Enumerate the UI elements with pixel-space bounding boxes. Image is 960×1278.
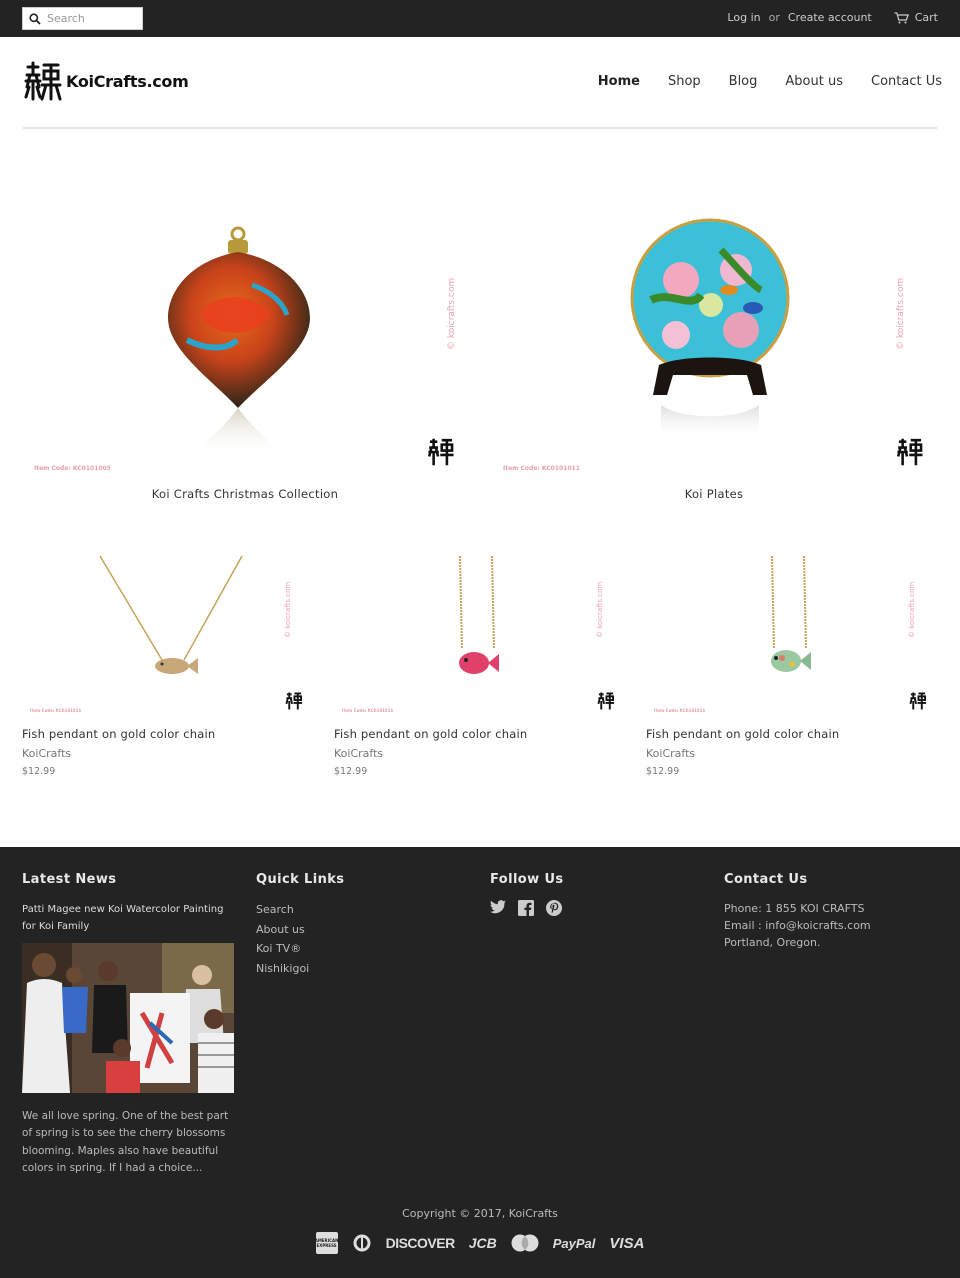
watermark-text: © koicrafts.com — [896, 277, 906, 350]
multicolor-fish-pendant-image — [771, 555, 811, 672]
watermark-text: © koicrafts.com — [447, 277, 457, 350]
product-vendor: KoiCrafts — [334, 747, 384, 760]
contact-address: Portland, Oregon. — [724, 936, 821, 950]
watermark-text: © koicrafts.com — [284, 581, 292, 638]
copyright-text: Copyright © 2017, KoiCrafts — [402, 1207, 558, 1220]
quick-link-koi-tv[interactable]: Koi TV® — [256, 942, 301, 955]
quick-link-search[interactable]: Search — [256, 903, 294, 916]
watermark-text: © koicrafts.com — [596, 581, 604, 638]
main-nav: Home Shop Blog About us Contact Us — [570, 74, 942, 89]
product-image: © koicrafts.com Item Code: KC0101011 — [334, 548, 626, 718]
nav-blog[interactable]: Blog — [729, 74, 758, 89]
latest-news-section: Latest News Patti Magee new Koi Watercol… — [22, 872, 234, 1177]
news-article-link[interactable]: Patti Magee new Koi Watercolor Painting … — [22, 901, 234, 935]
paypal-icon: PayPal — [552, 1235, 596, 1251]
collection-title: Koi Plates — [684, 487, 744, 501]
product-vendor: KoiCrafts — [22, 747, 72, 760]
product-price: $12.99 — [334, 766, 368, 777]
amex-icon: AMERICAN EXPRESS — [315, 1232, 338, 1254]
watermark-text: © koicrafts.com — [908, 581, 916, 638]
site-logo[interactable]: KoiCrafts.com — [24, 61, 189, 101]
nav-home[interactable]: Home — [598, 74, 640, 89]
family-photo-image — [22, 943, 234, 1093]
cart-icon — [894, 11, 909, 23]
facebook-icon[interactable] — [518, 900, 534, 916]
pinterest-icon[interactable] — [546, 900, 562, 916]
latest-news-heading: Latest News — [22, 872, 117, 887]
koi-mark-icon — [896, 438, 923, 466]
news-excerpt: We all love spring. One of the best part… — [22, 1110, 229, 1174]
product-title: Fish pendant on gold color chain — [646, 727, 840, 741]
search-box[interactable] — [22, 7, 143, 30]
collection-card-koi-plates[interactable]: © koicrafts.com Item Code: KC0101011 Koi… — [491, 190, 937, 501]
collection-card-christmas[interactable]: © koicrafts.com Item Code: KC0101005 Koi… — [22, 190, 468, 501]
payment-icons: AMERICAN EXPRESS DISCOVER JCB PayPal VIS… — [0, 1232, 960, 1254]
diners-icon — [352, 1234, 372, 1252]
gold-fish-pendant-image — [99, 555, 243, 674]
follow-us-heading: Follow Us — [490, 872, 564, 887]
item-code-text: Item Code: KC0101011 — [503, 465, 580, 472]
nav-about-us[interactable]: About us — [785, 74, 843, 89]
contact-phone: Phone: 1 855 KOI CRAFTS — [724, 902, 865, 915]
koi-mark-icon — [597, 692, 615, 710]
login-link[interactable]: Log in — [727, 11, 760, 24]
search-icon — [29, 12, 41, 25]
quick-links-list: Search About us Koi TV® Nishikigoi — [256, 900, 344, 978]
quick-link-nishikigoi[interactable]: Nishikigoi — [256, 962, 309, 975]
product-card[interactable]: © koicrafts.com Item Code: KC0101011 Fis… — [22, 548, 314, 777]
item-code-text: Item Code: KC0101011 — [30, 708, 82, 713]
nav-contact-us[interactable]: Contact Us — [871, 74, 942, 89]
discover-icon: DISCOVER — [385, 1235, 456, 1251]
quick-link-about-us[interactable]: About us — [256, 923, 305, 936]
create-account-link[interactable]: Create account — [788, 11, 872, 24]
cart-link[interactable]: Cart — [894, 11, 938, 24]
logo-text: KoiCrafts.com — [66, 71, 189, 91]
product-price: $12.99 — [646, 766, 680, 777]
product-title: Fish pendant on gold color chain — [334, 727, 528, 741]
quick-links-section: Quick Links Search About us Koi TV® Nish… — [256, 872, 344, 978]
koi-mark-icon — [427, 438, 454, 466]
koi-logo-icon — [24, 61, 62, 101]
product-price: $12.99 — [22, 766, 56, 777]
item-code-text: Item Code: KC0101011 — [654, 708, 706, 713]
follow-us-section: Follow Us — [490, 872, 574, 916]
koi-mark-icon — [285, 692, 303, 710]
site-footer: Latest News Patti Magee new Koi Watercol… — [0, 847, 960, 1278]
visa-icon: VISA — [609, 1234, 645, 1252]
quick-links-heading: Quick Links — [256, 872, 345, 887]
product-title: Fish pendant on gold color chain — [22, 727, 216, 741]
header-divider — [22, 127, 938, 129]
contact-email: Email : info@koicrafts.com — [724, 919, 871, 933]
cart-label: Cart — [914, 11, 938, 24]
product-image: © koicrafts.com Item Code: KC0101011 — [22, 548, 314, 718]
product-card[interactable]: © koicrafts.com Item Code: KC0101011 Fis… — [334, 548, 626, 777]
product-image: © koicrafts.com Item Code: KC0101011 — [646, 548, 938, 718]
twitter-icon[interactable] — [490, 900, 506, 916]
item-code-text: Item Code: KC0101011 — [342, 708, 394, 713]
contact-us-section: Contact Us Phone: 1 855 KOI CRAFTS Email… — [724, 872, 871, 952]
pink-fish-pendant-image — [459, 555, 499, 674]
item-code-text: Item Code: KC0101005 — [34, 465, 111, 472]
news-article-image[interactable] — [22, 943, 234, 1093]
product-card[interactable]: © koicrafts.com Item Code: KC0101011 Fis… — [646, 548, 938, 777]
search-input[interactable] — [47, 12, 137, 25]
nav-shop[interactable]: Shop — [668, 74, 701, 89]
collection-title: Koi Crafts Christmas Collection — [151, 487, 339, 501]
contact-us-heading: Contact Us — [724, 872, 808, 887]
koi-plate-image — [630, 218, 790, 440]
ornament-image — [168, 226, 310, 457]
top-bar: Log in or Create account Cart — [0, 0, 960, 37]
mastercard-icon — [511, 1234, 539, 1252]
product-vendor: KoiCrafts — [646, 747, 696, 760]
koi-mark-icon — [909, 692, 927, 710]
jcb-icon: JCB — [468, 1235, 497, 1251]
or-text: or — [768, 11, 780, 24]
